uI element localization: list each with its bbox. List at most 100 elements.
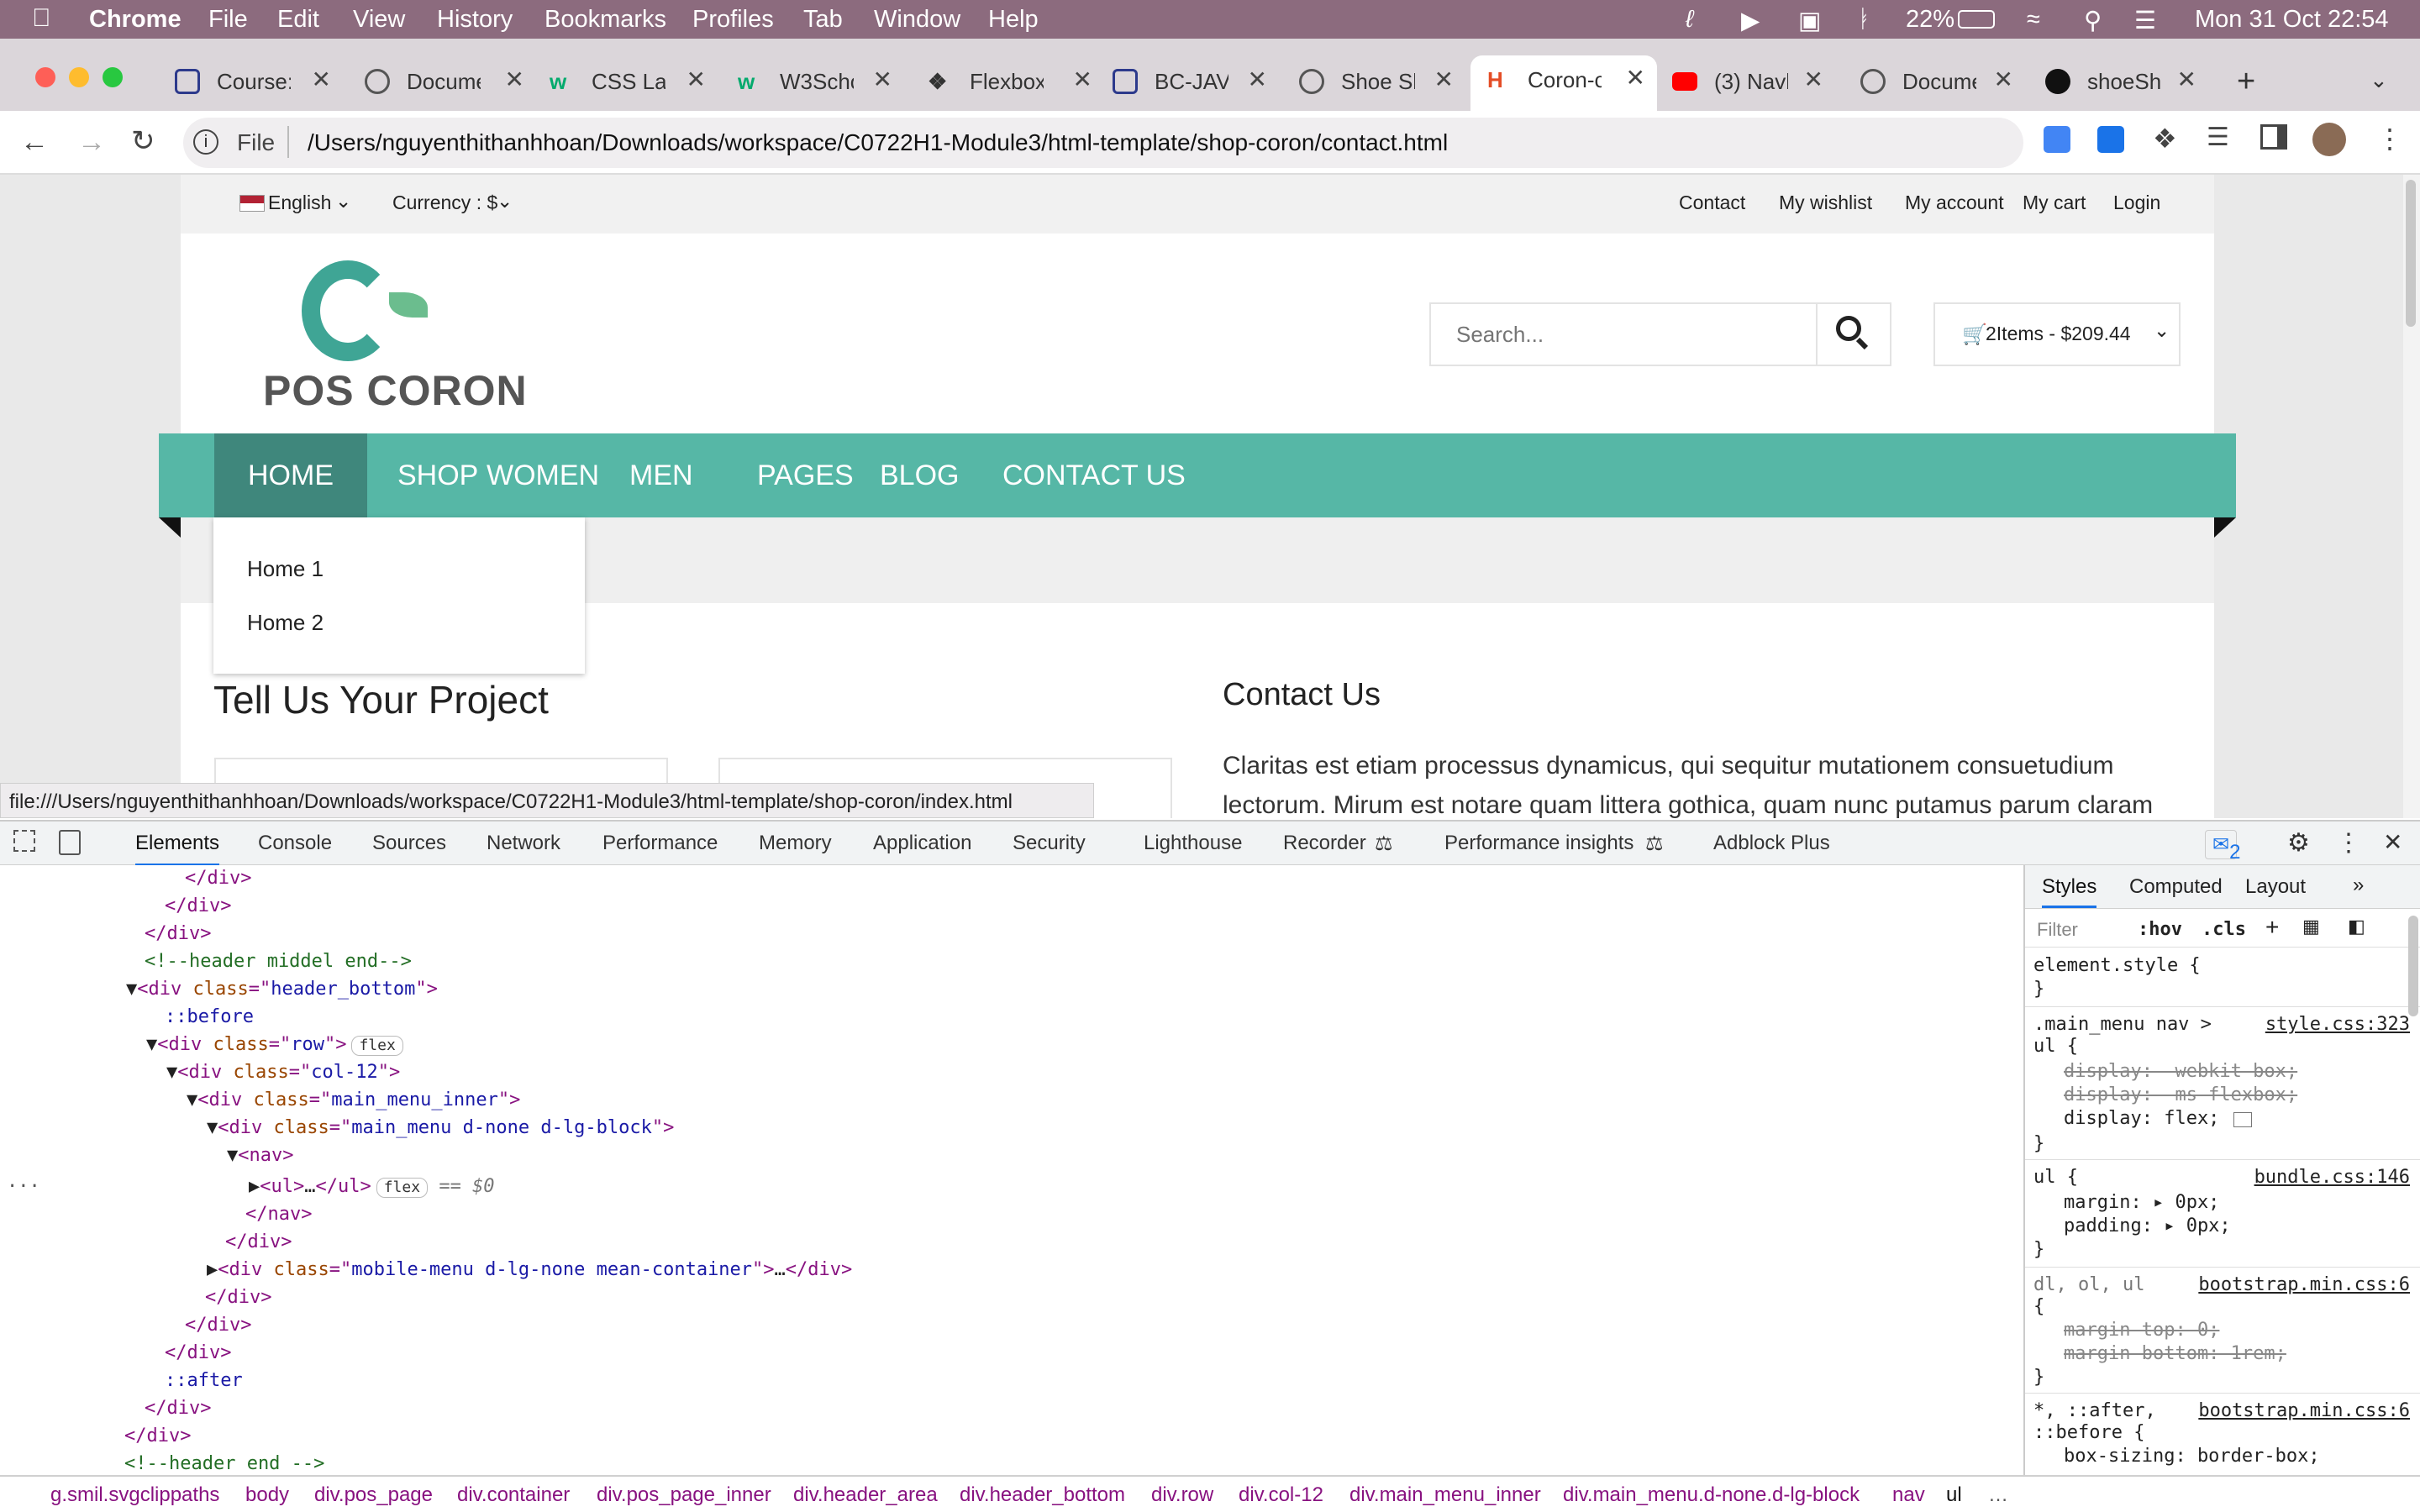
close-tab-icon[interactable]: ✕ [505, 66, 524, 93]
overridden-declaration[interactable]: margin-top: 0; [2064, 1319, 2219, 1342]
tab-computed[interactable]: Computed [2129, 875, 2223, 899]
topbar-link-cart[interactable]: My cart [2023, 192, 2086, 214]
page-scrollbar-thumb[interactable] [2406, 180, 2416, 327]
tab-search-chevron-icon[interactable]: ⌄ [2370, 67, 2388, 93]
browser-tab[interactable]: Docume ✕ [365, 57, 524, 104]
browser-tab[interactable]: Docume ✕ [1860, 57, 2013, 104]
rule-selector[interactable]: ul { [2033, 1035, 2078, 1058]
wifi-icon[interactable]: ≈ [2027, 6, 2040, 34]
rule-selector[interactable]: .main_menu nav > [2033, 1013, 2212, 1037]
browser-tab[interactable]: ❖ Flexbox ✕ [928, 57, 1092, 104]
nav-item-pages[interactable]: PAGES [757, 433, 854, 517]
topbar-link-login[interactable]: Login [2113, 192, 2160, 214]
overridden-declaration[interactable]: margin-bottom: 1rem; [2064, 1342, 2286, 1366]
browser-tab[interactable]: w W3Scho ✕ [738, 57, 892, 104]
dom-line[interactable]: ▼<nav> [227, 1142, 293, 1169]
tab-styles[interactable]: Styles [2042, 875, 2097, 908]
chevron-down-icon[interactable]: ⌄ [497, 190, 513, 213]
chevron-down-icon[interactable]: ⌄ [335, 190, 351, 213]
new-rule-icon[interactable]: + [2265, 914, 2279, 941]
reload-icon[interactable]: ↻ [131, 124, 155, 158]
close-tab-icon[interactable]: ✕ [1804, 66, 1823, 93]
dom-comment[interactable]: <!--header middel end--> [145, 948, 412, 975]
battery-icon[interactable] [1958, 10, 1995, 29]
menu-profiles[interactable]: Profiles [692, 6, 774, 34]
breadcrumb-item[interactable]: ul [1946, 1483, 1962, 1507]
dropdown-item-home-1[interactable]: Home 1 [247, 556, 324, 582]
browser-tab-active[interactable]: H Coron-c ✕ [1470, 55, 1657, 111]
breadcrumb-item[interactable]: div.header_bottom [960, 1483, 1125, 1507]
hov-toggle[interactable]: :hov [2138, 919, 2182, 940]
breadcrumb-item[interactable]: nav [1892, 1483, 1925, 1507]
tab-layout[interactable]: Layout [2245, 875, 2306, 899]
breadcrumb-item[interactable]: body [245, 1483, 289, 1507]
nav-item-blog[interactable]: BLOG [880, 433, 959, 517]
topbar-link-wishlist[interactable]: My wishlist [1779, 192, 1872, 214]
forward-icon[interactable]: → [77, 126, 106, 159]
mini-cart-button[interactable]: 🛒 2Items - $209.44 ⌄ [1933, 302, 2181, 366]
dom-line[interactable]: ▼<div class="row"> flex [146, 1032, 403, 1058]
declaration[interactable]: padding: ▸ 0px; [2064, 1215, 2231, 1238]
menu-file[interactable]: File [208, 6, 248, 34]
overridden-declaration[interactable]: display: -webkit-box; [2064, 1060, 2297, 1084]
search-button[interactable] [1816, 304, 1890, 365]
more-crumbs-icon[interactable]: … [1988, 1483, 2008, 1507]
nav-item-women[interactable]: WOMEN [487, 433, 599, 517]
breadcrumb-item[interactable]: div.main_menu_inner [1349, 1483, 1541, 1507]
control-center-icon[interactable]: ☰ [2134, 6, 2156, 35]
dom-line[interactable]: </div> [205, 1284, 271, 1311]
dom-line[interactable]: </div> [124, 1423, 191, 1450]
avatar[interactable] [2312, 123, 2346, 156]
rule-selector[interactable]: dl, ol, ul [2033, 1273, 2144, 1297]
dom-line[interactable]: ▼<div class="main_menu_inner"> [187, 1087, 520, 1114]
info-icon[interactable]: i [193, 129, 218, 155]
breadcrumb-item[interactable]: div.container [457, 1483, 570, 1507]
close-tab-icon[interactable]: ✕ [312, 66, 331, 93]
breadcrumb-item[interactable]: div.pos_page [314, 1483, 433, 1507]
dom-line[interactable]: </div> [165, 893, 231, 920]
styles-filter-input[interactable]: Filter [2037, 919, 2078, 941]
dom-pseudo[interactable]: ::after [165, 1368, 243, 1394]
extension-fi-icon[interactable] [2097, 126, 2124, 153]
dom-line[interactable]: </div> [185, 1312, 251, 1339]
nav-item-home[interactable]: HOME [214, 433, 367, 517]
tab-performance-insights[interactable]: Performance insights [1444, 832, 1634, 855]
close-tab-icon[interactable]: ✕ [873, 66, 892, 93]
breadcrumb-item[interactable]: div.header_area [793, 1483, 938, 1507]
close-tab-icon[interactable]: ✕ [687, 66, 706, 93]
close-tab-icon[interactable]: ✕ [2177, 66, 2196, 93]
tab-elements[interactable]: Elements [135, 832, 220, 866]
nav-item-contact-us[interactable]: CONTACT US [1002, 433, 1186, 517]
extensions-puzzle-icon[interactable]: ❖ [2153, 123, 2177, 155]
tab-recorder[interactable]: Recorder [1283, 832, 1366, 855]
script-icon[interactable]: ℓ [1686, 6, 1693, 34]
rule-source-link[interactable]: style.css:323 [2265, 1013, 2410, 1037]
dom-line[interactable]: ▶<div class="mobile-menu d-lg-none mean-… [207, 1257, 852, 1284]
dom-line[interactable]: </div> [145, 1395, 211, 1422]
apple-icon[interactable]:  [32, 4, 51, 33]
menu-help[interactable]: Help [988, 6, 1039, 34]
dom-comment[interactable]: <!--header end --> [124, 1451, 324, 1475]
browser-tab[interactable]: BC-JAV/ ✕ [1113, 57, 1267, 104]
dom-line[interactable]: ▼<div class="col-12"> [166, 1059, 400, 1086]
dom-line-selected[interactable]: ··· [7, 1173, 40, 1200]
rule-source-link[interactable]: bundle.css:146 [2254, 1166, 2410, 1189]
sidebar-toggle-icon[interactable]: ◧ [2348, 916, 2365, 937]
chrome-menu-icon[interactable]: ⋮ [2376, 123, 2403, 155]
close-tab-icon[interactable]: ✕ [1248, 66, 1267, 93]
issues-badge[interactable]: ✉ 2 [2205, 830, 2240, 864]
close-tab-icon[interactable]: ✕ [1434, 66, 1454, 93]
flex-editor-icon[interactable] [2233, 1112, 2252, 1127]
tab-sources[interactable]: Sources [372, 832, 446, 855]
declaration[interactable]: box-sizing: border-box; [2064, 1445, 2320, 1468]
play-icon[interactable]: ▶ [1741, 6, 1760, 35]
menu-tab[interactable]: Tab [803, 6, 843, 34]
nav-item-shop[interactable]: SHOP [397, 433, 478, 517]
dropdown-item-home-2[interactable]: Home 2 [247, 610, 324, 636]
browser-tab[interactable]: Shoe Sh ✕ [1299, 57, 1454, 104]
menu-history[interactable]: History [437, 6, 513, 34]
browser-tab[interactable]: Course: ✕ [175, 57, 331, 104]
search-input[interactable] [1431, 304, 1816, 365]
dom-line[interactable]: </div> [145, 921, 211, 948]
currency-selector[interactable]: Currency : $ [392, 192, 497, 214]
